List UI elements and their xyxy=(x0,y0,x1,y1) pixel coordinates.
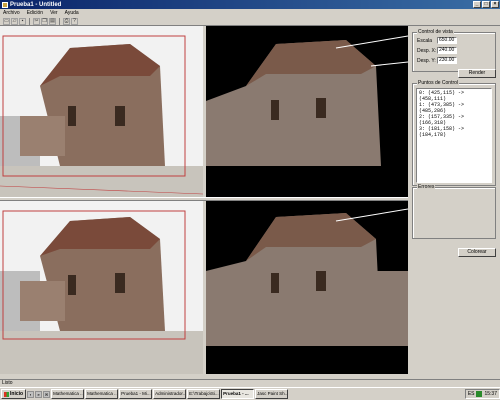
offset-x-label: Desp. X: xyxy=(417,47,437,54)
list-item[interactable]: 0: (425,115) -> (458,111) xyxy=(419,90,489,102)
menu-archivo[interactable]: Archivo xyxy=(3,10,20,16)
help-icon[interactable]: ? xyxy=(71,17,78,25)
errors-group: Errores xyxy=(412,184,496,239)
title-bar[interactable]: Prueba1 - Untitled _ □ × xyxy=(0,0,500,9)
quicklaunch-ie-icon[interactable]: e xyxy=(35,390,43,398)
taskbar-item-active[interactable]: Prueba1 - ... xyxy=(221,389,255,399)
list-item[interactable]: 1: (473,385) -> (485,286) xyxy=(419,102,489,114)
copy-icon[interactable]: ❐ xyxy=(41,17,48,25)
close-button[interactable]: × xyxy=(491,1,499,8)
taskbar-item[interactable]: Mathematica ... xyxy=(51,389,85,399)
errors-title: Errores xyxy=(417,184,436,190)
menu-ayuda[interactable]: Ayuda xyxy=(65,10,79,16)
taskbar-item[interactable]: Administrador... xyxy=(153,389,187,399)
start-label: Inicio xyxy=(10,391,24,397)
taskbar-item[interactable]: Mathematica ... xyxy=(85,389,119,399)
status-text: Listo xyxy=(2,380,13,386)
offset-x-input[interactable]: 240.00 xyxy=(437,47,457,54)
list-item[interactable]: 2: (157,335) -> (166,318) xyxy=(419,114,489,126)
source-image-bottom[interactable] xyxy=(0,201,203,374)
source-image-top[interactable] xyxy=(0,26,203,197)
offset-y-label: Desp. Y: xyxy=(417,57,436,64)
offset-y-input[interactable]: 230.00 xyxy=(437,57,457,64)
quicklaunch-outlook-icon[interactable]: ✉ xyxy=(43,390,51,398)
menu-bar: Archivo Edición Ver Ayuda xyxy=(0,9,500,17)
taskbar-item[interactable]: Prueba1 - Mi... xyxy=(119,389,153,399)
quicklaunch-desktop-icon[interactable]: ▪ xyxy=(27,390,35,398)
taskbar-item[interactable]: Jasc Paint Sh... xyxy=(255,389,289,399)
render-button[interactable]: Render xyxy=(458,69,496,78)
app-icon xyxy=(2,1,8,8)
window-title: Prueba1 - Untitled xyxy=(10,1,62,8)
language-indicator[interactable]: ES xyxy=(468,391,475,397)
system-tray: ES 15:37 xyxy=(464,389,500,399)
clock[interactable]: 15:37 xyxy=(484,391,497,397)
control-points-title: Puntos de Control xyxy=(417,80,460,86)
control-points-group: Puntos de Control 0: (425,115) -> (458,1… xyxy=(412,80,496,186)
toolbar: ▭ ▱ ▪ ✂ ❐ ▤ ⎙ ? xyxy=(0,17,500,26)
scale-label: Escala xyxy=(417,37,433,44)
minimize-button[interactable]: _ xyxy=(473,1,481,8)
taskbar-item[interactable]: E:\Trabajo\Si... xyxy=(187,389,221,399)
control-panel: Control de vista Escala 650.00 Desp. X: … xyxy=(408,26,500,374)
maximize-button[interactable]: □ xyxy=(482,1,490,8)
list-item[interactable]: 3: (181,158) -> (184,178) xyxy=(419,126,489,138)
scale-input[interactable]: 650.00 xyxy=(437,37,457,44)
colorear-button[interactable]: Colorear xyxy=(458,248,496,257)
start-button[interactable]: Inicio xyxy=(1,389,27,399)
paste-icon[interactable]: ▤ xyxy=(49,17,56,25)
toolbar-separator xyxy=(59,17,60,25)
status-bar: Listo xyxy=(0,379,500,387)
taskbar: Inicio ▪ e ✉ Mathematica ... Mathematica… xyxy=(0,387,500,400)
windows-logo-icon xyxy=(4,391,9,397)
transformed-image-bottom[interactable] xyxy=(206,201,408,374)
cut-icon[interactable]: ✂ xyxy=(33,17,40,25)
print-icon[interactable]: ⎙ xyxy=(63,17,70,25)
network-icon[interactable] xyxy=(476,391,483,397)
view-control-group: Control de vista Escala 650.00 Desp. X: … xyxy=(412,29,496,72)
toolbar-separator xyxy=(29,17,30,25)
save-icon[interactable]: ▪ xyxy=(19,17,26,25)
control-points-list[interactable]: 0: (425,115) -> (458,111) 1: (473,385) -… xyxy=(416,88,492,183)
view-control-title: Control de vista xyxy=(417,29,454,35)
open-folder-icon[interactable]: ▱ xyxy=(11,17,18,25)
transformed-image-top[interactable] xyxy=(206,26,408,197)
menu-ver[interactable]: Ver xyxy=(50,10,58,16)
new-file-icon[interactable]: ▭ xyxy=(3,17,10,25)
menu-edicion[interactable]: Edición xyxy=(27,10,43,16)
